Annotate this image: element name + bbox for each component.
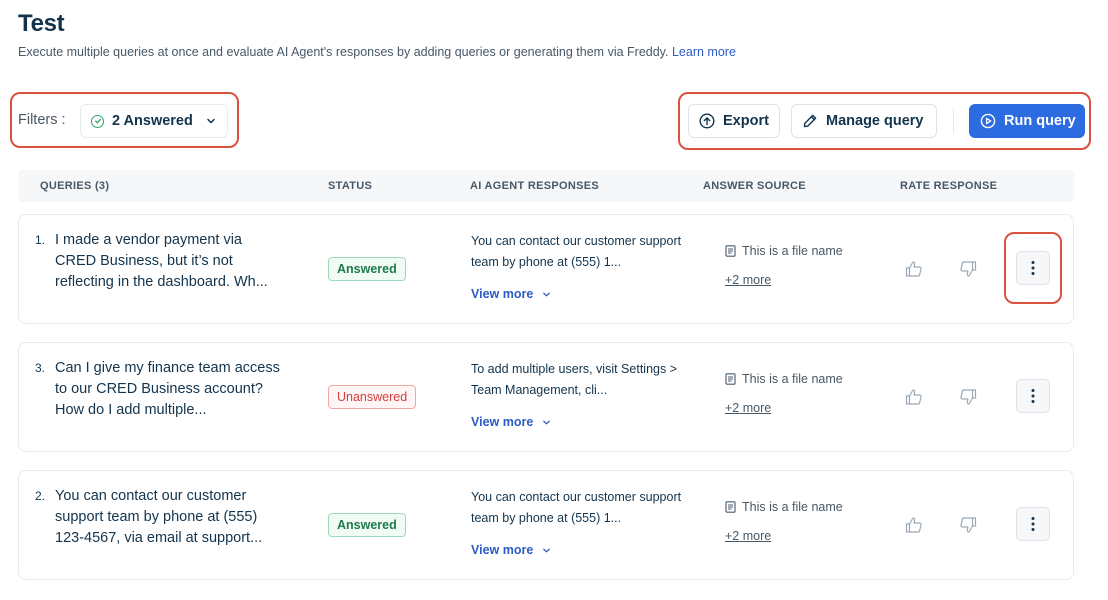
thumbs-up-icon[interactable] — [904, 515, 924, 535]
answer-source[interactable]: This is a file name — [725, 244, 843, 258]
column-header-rate-response: RATE RESPONSE — [900, 180, 998, 192]
run-query-button[interactable]: Run query — [969, 104, 1085, 138]
answer-source-label: This is a file name — [742, 244, 843, 258]
run-query-button-label: Run query — [1004, 113, 1076, 129]
chevron-down-icon — [543, 420, 551, 424]
page-description: Execute multiple queries at once and eva… — [18, 45, 736, 59]
column-header-responses: AI AGENT RESPONSES — [470, 180, 600, 192]
table-row: 1. I made a vendor payment via CRED Busi… — [18, 214, 1074, 324]
page-description-text: Execute multiple queries at once and eva… — [18, 45, 669, 59]
table-row: 3. Can I give my finance team access to … — [18, 342, 1074, 452]
filter-dropdown[interactable]: 2 Answered — [80, 104, 228, 138]
column-header-answer-source: ANSWER SOURCE — [703, 180, 806, 192]
query-number: 1. — [35, 233, 46, 247]
check-circle-icon — [91, 114, 104, 128]
status-badge: Answered — [328, 513, 406, 537]
view-more-label: View more — [471, 415, 534, 429]
query-number: 3. — [35, 361, 46, 375]
learn-more-link[interactable]: Learn more — [672, 45, 736, 59]
more-sources-link[interactable]: +2 more — [725, 273, 771, 287]
kebab-menu-icon — [1031, 389, 1035, 403]
thumbs-up-icon[interactable] — [904, 259, 924, 279]
more-sources-link[interactable]: +2 more — [725, 529, 771, 543]
manage-query-button-label: Manage query — [826, 113, 924, 129]
manage-query-button[interactable]: Manage query — [791, 104, 937, 138]
filter-dropdown-label: 2 Answered — [112, 113, 193, 129]
answer-source-label: This is a file name — [742, 372, 843, 386]
view-more-label: View more — [471, 287, 534, 301]
answer-source[interactable]: This is a file name — [725, 500, 843, 514]
view-more-link[interactable]: View more — [471, 543, 551, 557]
more-sources-link[interactable]: +2 more — [725, 401, 771, 415]
view-more-label: View more — [471, 543, 534, 557]
chevron-down-icon — [543, 548, 551, 552]
response-text: You can contact our customer support tea… — [471, 234, 682, 269]
query-text: Can I give my finance team access to our… — [55, 360, 280, 418]
highlight-box-kebab — [1004, 232, 1062, 304]
thumbs-up-icon[interactable] — [904, 387, 924, 407]
document-icon — [725, 245, 736, 257]
status-badge: Answered — [328, 257, 406, 281]
more-options-button[interactable] — [1016, 379, 1050, 413]
export-button[interactable]: Export — [688, 104, 780, 138]
view-more-link[interactable]: View more — [471, 287, 551, 301]
view-more-link[interactable]: View more — [471, 415, 551, 429]
thumbs-down-icon[interactable] — [958, 387, 978, 407]
table-header: QUERIES (3) STATUS AI AGENT RESPONSES AN… — [18, 170, 1074, 202]
thumbs-down-icon[interactable] — [958, 515, 978, 535]
toolbar-divider — [953, 108, 954, 134]
more-options-button[interactable] — [1016, 507, 1050, 541]
query-text: You can contact our customer support tea… — [55, 488, 263, 546]
kebab-menu-icon — [1031, 517, 1035, 531]
chevron-down-icon — [543, 292, 551, 296]
response-text: To add multiple users, visit Settings > … — [471, 362, 677, 397]
pencil-icon — [803, 114, 817, 128]
play-circle-icon — [980, 113, 996, 129]
table-row: 2. You can contact our customer support … — [18, 470, 1074, 580]
export-button-label: Export — [723, 113, 769, 129]
document-icon — [725, 501, 736, 513]
document-icon — [725, 373, 736, 385]
column-header-status: STATUS — [328, 180, 373, 192]
upload-circle-icon — [699, 113, 715, 129]
thumbs-down-icon[interactable] — [958, 259, 978, 279]
column-header-queries: QUERIES (3) — [40, 180, 110, 192]
answer-source-label: This is a file name — [742, 500, 843, 514]
answer-source[interactable]: This is a file name — [725, 372, 843, 386]
filters-label: Filters : — [18, 112, 66, 128]
response-text: You can contact our customer support tea… — [471, 490, 682, 525]
chevron-down-icon — [207, 118, 215, 124]
status-badge: Unanswered — [328, 385, 417, 409]
query-number: 2. — [35, 489, 46, 503]
page-title: Test — [18, 10, 65, 37]
query-text: I made a vendor payment via CRED Busines… — [55, 232, 268, 290]
